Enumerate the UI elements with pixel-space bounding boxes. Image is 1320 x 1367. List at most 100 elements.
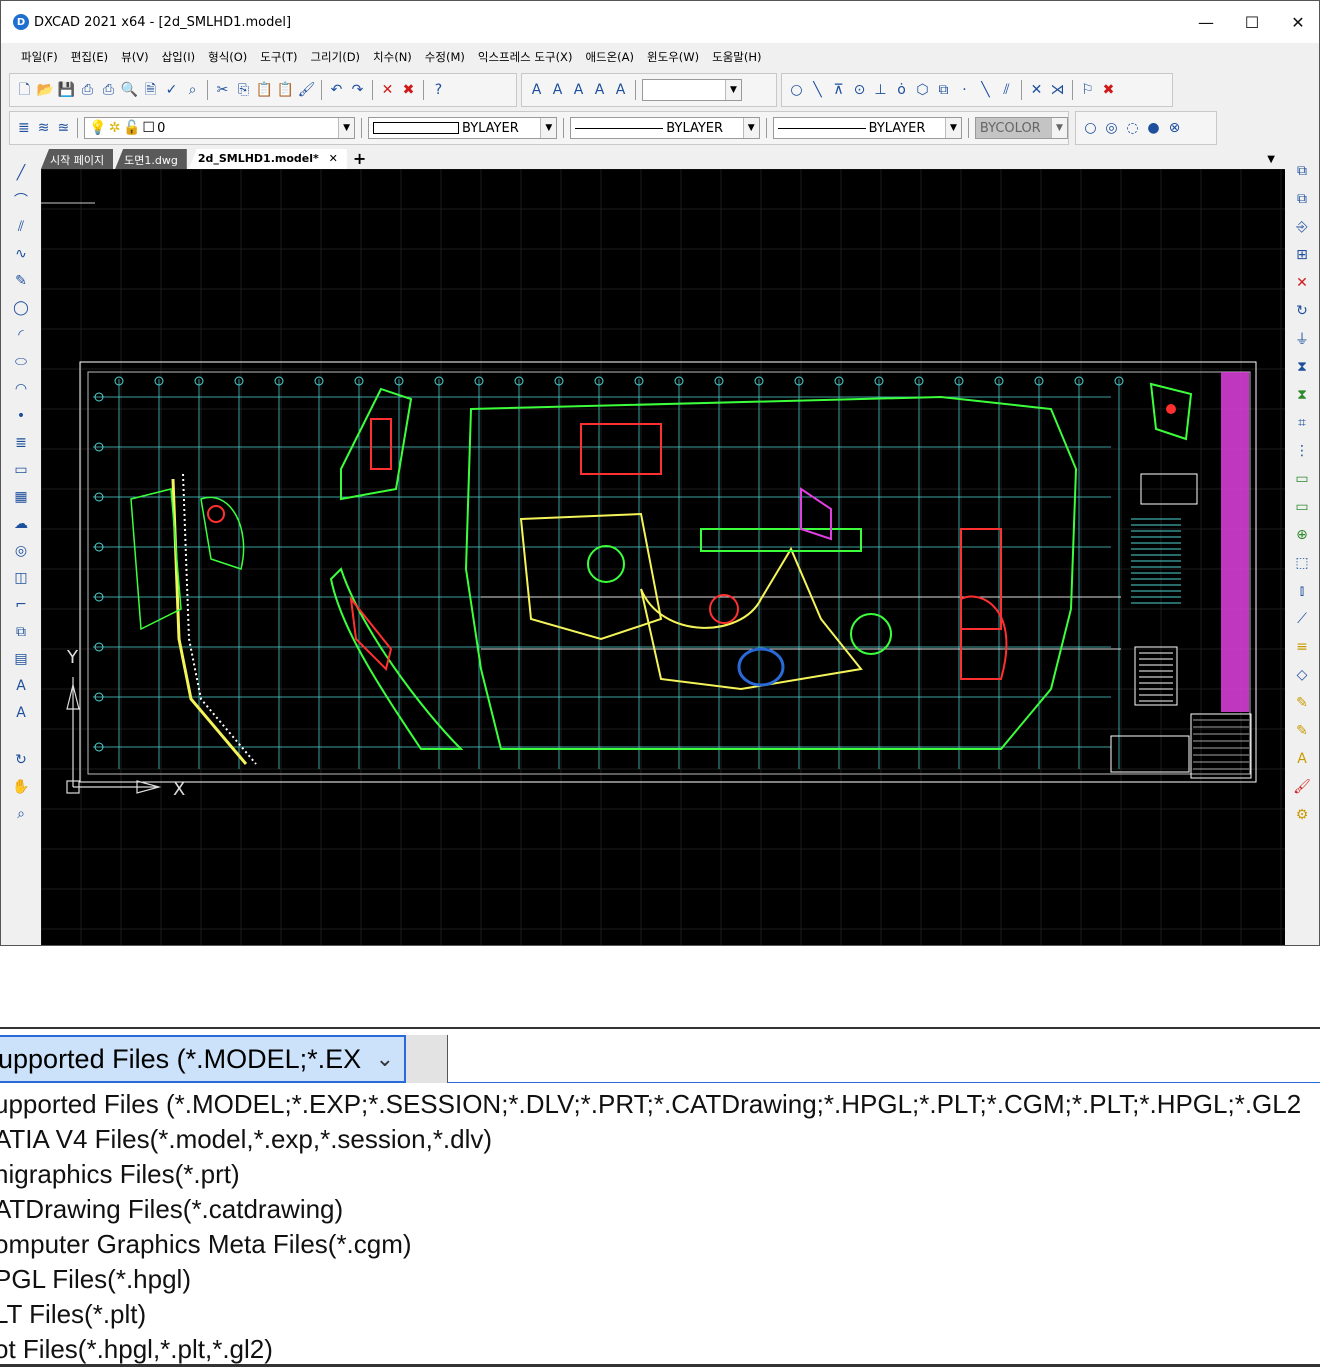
block-icon[interactable]: ⧉ xyxy=(935,81,952,100)
block-insert-icon[interactable]: ⧉ xyxy=(11,622,31,642)
erase-icon[interactable]: ✕ xyxy=(1292,273,1312,293)
align-icon[interactable]: ⏚ xyxy=(1292,329,1312,349)
mtext-icon[interactable]: A xyxy=(549,81,566,100)
extend-icon[interactable]: ⋊ xyxy=(1049,81,1066,100)
layer-state-icon[interactable]: ≊ xyxy=(56,119,72,138)
perpendicular-icon[interactable]: ⊥ xyxy=(872,81,889,100)
edit-text-icon[interactable]: A xyxy=(1292,749,1312,769)
match-properties-icon[interactable]: 🖌 xyxy=(298,81,316,100)
edit-polyline-icon[interactable]: ✎ xyxy=(1292,693,1312,713)
menu-tools[interactable]: 도구(T) xyxy=(260,49,297,65)
add-tab-icon[interactable]: + xyxy=(353,149,366,169)
arc-icon[interactable]: ◜ xyxy=(11,325,31,345)
rectangle-icon[interactable]: ▭ xyxy=(11,460,31,480)
close-button[interactable]: ✕ xyxy=(1275,1,1319,43)
plot-icon[interactable]: ⎙ xyxy=(100,81,117,100)
point-icon[interactable]: • xyxy=(11,406,31,426)
file-type-option[interactable]: PGL Files(*.hpgl) xyxy=(0,1262,1320,1297)
scale-icon[interactable]: ⌗ xyxy=(1292,413,1312,433)
minimize-button[interactable]: — xyxy=(1183,1,1229,43)
spline-icon[interactable]: ∿ xyxy=(11,244,31,264)
line-icon[interactable]: ╱ xyxy=(11,163,31,183)
file-type-option[interactable]: omputer Graphics Meta Files(*.cgm) xyxy=(0,1227,1320,1262)
publish-icon[interactable]: 🗎 xyxy=(142,81,159,100)
point-icon[interactable]: · xyxy=(956,81,973,100)
revcloud-icon[interactable]: ☁ xyxy=(11,514,31,534)
text-icon[interactable]: A xyxy=(11,676,31,696)
regen-icon[interactable]: ↻ xyxy=(11,750,31,770)
array-icon[interactable]: ⊞ xyxy=(1292,245,1312,265)
delete-icon[interactable]: ✕ xyxy=(379,81,396,100)
explode-icon[interactable]: ◇ xyxy=(1292,665,1312,685)
menu-window[interactable]: 윈도우(W) xyxy=(647,49,699,65)
help-icon[interactable]: ? xyxy=(430,81,447,100)
file-type-option[interactable]: ATIA V4 Files(*.model,*.exp,*.session,*.… xyxy=(0,1122,1320,1157)
paste-icon[interactable]: 📋 xyxy=(256,81,273,100)
file-type-option[interactable]: ot Files(*.hpgl,*.plt,*.gl2) xyxy=(0,1332,1320,1367)
wireframe-icon[interactable]: ○ xyxy=(1082,119,1099,138)
tab-close-icon[interactable]: ✕ xyxy=(329,152,338,165)
run-icon[interactable]: ⚐ xyxy=(1079,81,1096,100)
file-name-field[interactable] xyxy=(448,1035,1320,1083)
undo-icon[interactable]: ↶ xyxy=(328,81,345,100)
chamfer-icon[interactable]: ⟋ xyxy=(1292,609,1312,629)
text-find-icon[interactable]: A xyxy=(612,81,629,100)
ellipse-icon[interactable]: ⬭ xyxy=(11,352,31,372)
mirror3d-icon[interactable]: ⧗ xyxy=(1292,385,1312,405)
copy-object-icon[interactable]: ⧉ xyxy=(1292,161,1312,181)
color-select[interactable]: BYLAYER ▼ xyxy=(367,117,558,139)
properties-icon[interactable]: ⚙ xyxy=(1292,805,1312,825)
sketch-icon[interactable]: ✎ xyxy=(11,271,31,291)
tangent-icon[interactable]: ȯ xyxy=(893,81,910,100)
mtext-icon[interactable]: A xyxy=(11,703,31,723)
ellipse-arc-icon[interactable]: ◠ xyxy=(11,379,31,399)
cut-icon[interactable]: ✂ xyxy=(214,81,231,100)
polyline-icon[interactable]: ⌒ xyxy=(11,190,31,210)
zoom-icon[interactable]: ⌕ xyxy=(11,804,31,824)
offset-icon[interactable]: ⎆ xyxy=(1292,217,1312,237)
dimension-icon[interactable]: ⊼ xyxy=(830,81,847,100)
tab-start-page[interactable]: 시작 페이지 xyxy=(41,149,114,169)
pan-icon[interactable]: ✋ xyxy=(11,777,31,797)
circle-icon[interactable]: ○ xyxy=(788,81,805,100)
trim-icon[interactable]: ▭ xyxy=(1292,497,1312,517)
tab-list-icon[interactable]: ▼ xyxy=(1267,154,1275,169)
trim-icon[interactable]: ✕ xyxy=(1028,81,1045,100)
save-icon[interactable]: 💾 xyxy=(58,81,75,100)
cancel-icon[interactable]: ✖ xyxy=(1100,81,1117,100)
circle-icon[interactable]: ◯ xyxy=(11,298,31,318)
file-type-option[interactable]: ATDrawing Files(*.catdrawing) xyxy=(0,1192,1320,1227)
file-type-option[interactable]: nigraphics Files(*.prt) xyxy=(0,1157,1320,1192)
copy-icon[interactable]: ⎘ xyxy=(235,81,252,100)
menu-express-tools[interactable]: 익스프레스 도구(X) xyxy=(478,49,573,65)
menu-insert[interactable]: 삽입(I) xyxy=(162,49,196,65)
hatch-icon[interactable]: ≣ xyxy=(11,433,31,453)
layer-select[interactable]: 💡 ✲ 🔓 ☐ 0 ▼ xyxy=(84,117,356,139)
linetype-select[interactable]: BYLAYER ▼ xyxy=(570,117,760,139)
lineweight-select[interactable]: BYLAYER ▼ xyxy=(772,117,962,139)
print-icon[interactable]: ⎙ xyxy=(79,81,96,100)
spell-check-icon[interactable]: ✓ xyxy=(163,81,180,100)
menu-view[interactable]: 뷰(V) xyxy=(121,49,148,65)
move-icon[interactable]: ⧉ xyxy=(1292,189,1312,209)
drawing-canvas[interactable]: XY xyxy=(41,169,1285,946)
tab-2d-smlhd1[interactable]: 2d_SMLHD1.model* ✕ xyxy=(188,149,347,169)
gradient-icon[interactable]: ▤ xyxy=(11,649,31,669)
shaded-icon[interactable]: ● xyxy=(1145,119,1162,138)
edit-spline-icon[interactable]: ✎ xyxy=(1292,721,1312,741)
maximize-button[interactable]: ☐ xyxy=(1229,1,1275,43)
open-file-icon[interactable]: 📂 xyxy=(37,81,54,100)
line-icon[interactable]: ╲ xyxy=(809,81,826,100)
layer-manager-icon[interactable]: ≣ xyxy=(16,119,32,138)
layer-previous-icon[interactable]: ≋ xyxy=(36,119,52,138)
rotate-icon[interactable]: ↻ xyxy=(1292,301,1312,321)
break-icon[interactable]: ⬚ xyxy=(1292,553,1312,573)
menu-addon[interactable]: 애드온(A) xyxy=(585,49,634,65)
region-icon[interactable]: ▦ xyxy=(11,487,31,507)
xline-icon[interactable]: ⫽ xyxy=(998,81,1015,100)
redo-icon[interactable]: ↷ xyxy=(349,81,366,100)
menu-dimension[interactable]: 치수(N) xyxy=(373,49,412,65)
text-style-select[interactable]: ▼ xyxy=(642,79,742,101)
lengthen-icon[interactable]: ▭ xyxy=(1292,469,1312,489)
model-space-drawing[interactable]: XY xyxy=(41,169,1285,946)
